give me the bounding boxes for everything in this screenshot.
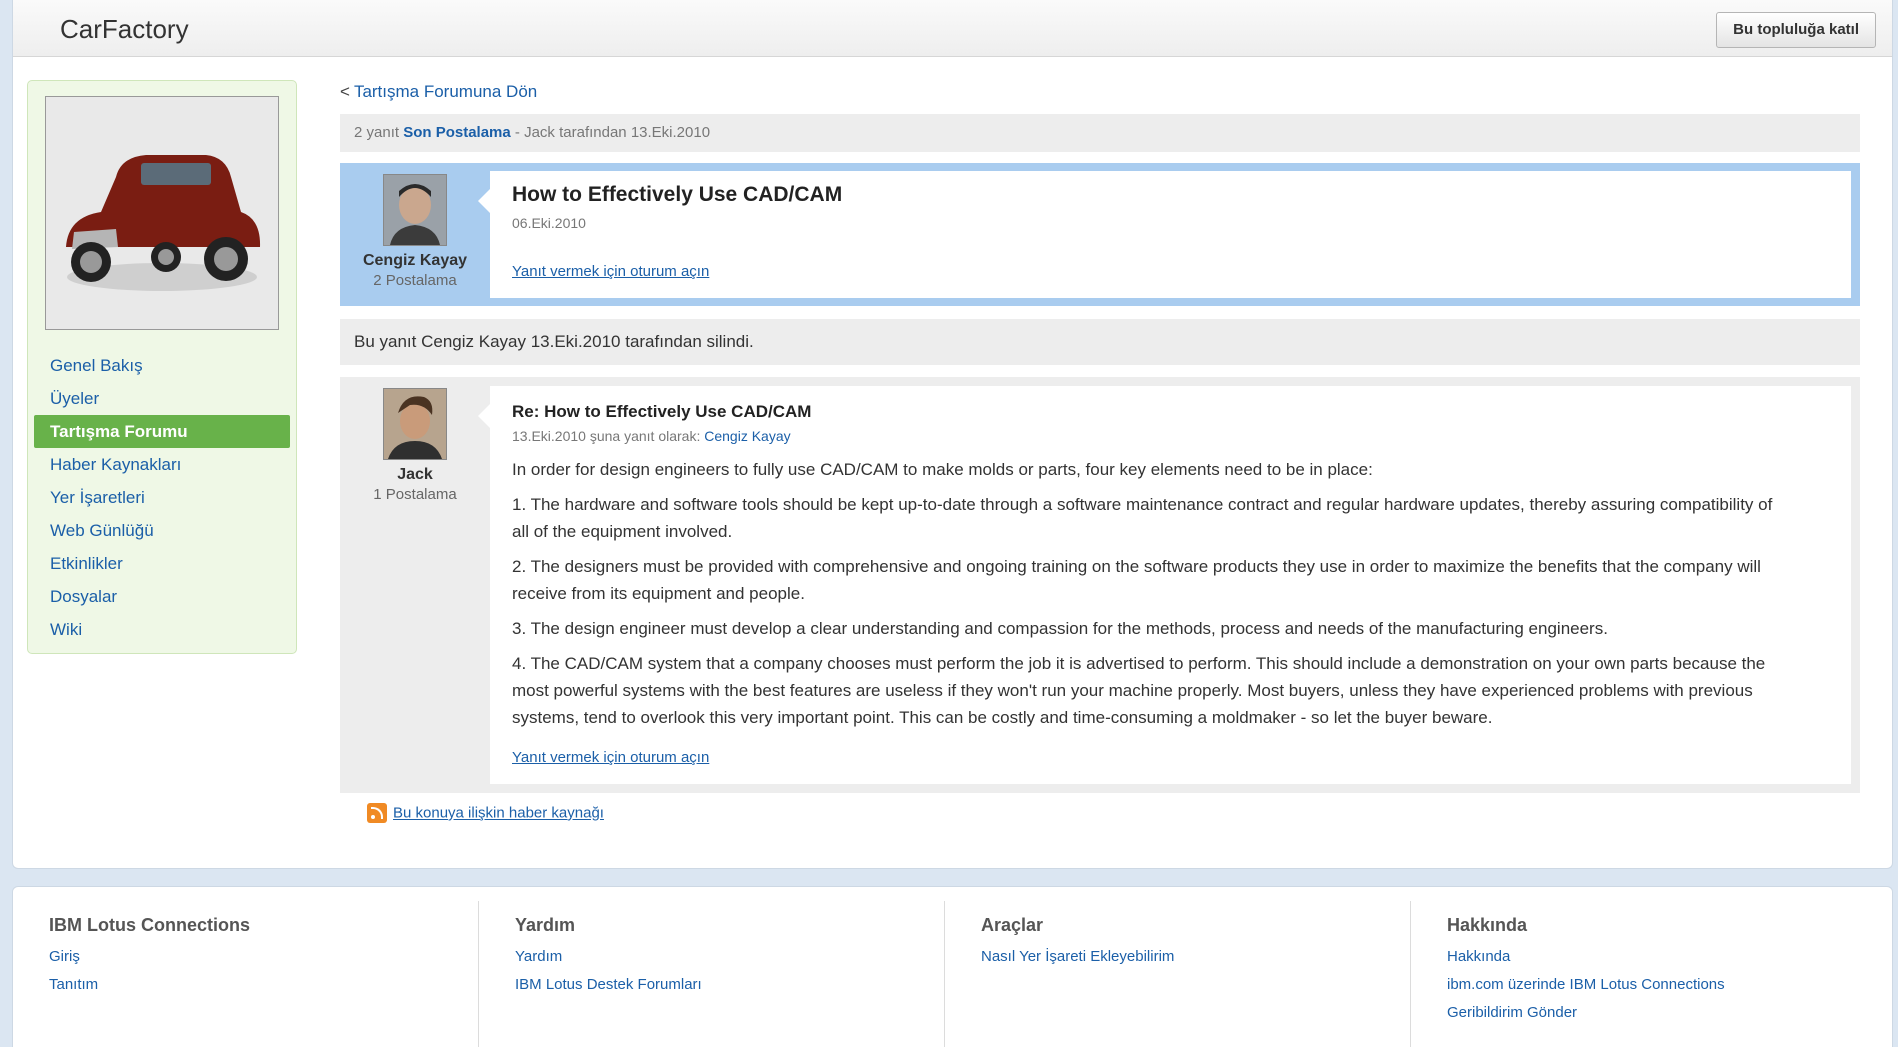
post-paragraph: 2. The designers must be provided with c… <box>512 557 1761 603</box>
footer-link-help[interactable]: Yardım <box>515 948 955 965</box>
sidebar-item-overview[interactable]: Genel Bakış <box>34 349 290 382</box>
join-community-button[interactable]: Bu topluluğa katıl <box>1716 12 1876 48</box>
post-content: In order for design engineers to fully u… <box>512 456 1791 739</box>
footer-column-title: Araçlar <box>981 915 1044 935</box>
post-title: How to Effectively Use CAD/CAM <box>512 183 843 206</box>
sidebar-item-forum[interactable]: Tartışma Forumu <box>34 415 290 448</box>
footer-column-about: Hakkında Hakkında ibm.com üzerinde IBM L… <box>1447 915 1887 1032</box>
last-post-info: - Jack tarafından 13.Eki.2010 <box>514 124 711 141</box>
rss-feed-icon[interactable] <box>367 803 387 823</box>
author-post-count: 1 Postalama <box>373 486 457 503</box>
post-paragraph: 3. The design engineer must develop a cl… <box>512 619 1608 638</box>
post-body: Re: How to Effectively Use CAD/CAM 13.Ek… <box>478 386 1851 784</box>
reply-post: Jack 1 Postalama Re: How to Effectively … <box>340 377 1860 793</box>
author-post-count: 2 Postalama <box>373 272 457 289</box>
deleted-notice-text: Bu yanıt Cengiz Kayay 13.Eki.2010 tarafı… <box>354 332 754 351</box>
footer-link-login[interactable]: Giriş <box>49 948 489 965</box>
author-name[interactable]: Cengiz Kayay <box>340 252 490 270</box>
post-paragraph: 4. The CAD/CAM system that a company cho… <box>512 654 1766 727</box>
last-post-link[interactable]: Son Postalama <box>403 124 511 141</box>
footer-column-lotus: IBM Lotus Connections Giriş Tanıtım <box>49 915 489 1004</box>
chevron-left-icon: < <box>340 82 350 101</box>
sidebar-item-members[interactable]: Üyeler <box>34 382 290 415</box>
sidebar-item-wiki[interactable]: Wiki <box>34 613 290 646</box>
post-paragraph: 1. The hardware and software tools shoul… <box>512 495 1773 541</box>
community-header: CarFactory Bu topluluğa katıl <box>13 0 1892 57</box>
footer-link-bookmark-howto[interactable]: Nasıl Yer İşareti Ekleyebilirim <box>981 948 1421 965</box>
post-meta-prefix: 13.Eki.2010 şuna yanıt olarak: <box>512 428 701 444</box>
post-body: How to Effectively Use CAD/CAM 06.Eki.20… <box>478 171 1851 298</box>
reply-count: 2 yanıt <box>354 124 400 141</box>
deleted-reply-notice: Bu yanıt Cengiz Kayay 13.Eki.2010 tarafı… <box>340 319 1860 365</box>
footer-column-help: Yardım Yardım IBM Lotus Destek Forumları <box>515 915 955 1004</box>
main-panel: CarFactory Bu topluluğa katıl Genel Bakı… <box>12 0 1893 869</box>
sidebar-item-feeds[interactable]: Haber Kaynakları <box>34 448 290 481</box>
topic-feed: Bu konuya ilişkin haber kaynağı <box>367 803 604 823</box>
back-link-label[interactable]: Tartışma Forumuna Dön <box>354 82 537 101</box>
login-to-reply-link[interactable]: Yanıt vermek için oturum açın <box>512 749 709 766</box>
post-date: 06.Eki.2010 <box>512 215 586 231</box>
post-author: Cengiz Kayay 2 Postalama <box>340 163 490 289</box>
post-meta: 13.Eki.2010 şuna yanıt olarak: Cengiz Ka… <box>512 428 791 444</box>
sidebar-item-bookmarks[interactable]: Yer İşaretleri <box>34 481 290 514</box>
community-title: CarFactory <box>60 14 189 44</box>
footer-link-ibm-lotus[interactable]: ibm.com üzerinde IBM Lotus Connections <box>1447 976 1887 993</box>
community-sidebar: Genel Bakış Üyeler Tartışma Forumu Haber… <box>27 80 297 654</box>
author-name[interactable]: Jack <box>340 466 490 484</box>
post-author: Jack 1 Postalama <box>340 377 490 503</box>
avatar[interactable] <box>383 388 447 460</box>
page-footer: IBM Lotus Connections Giriş Tanıtım Yard… <box>12 886 1893 1047</box>
footer-link-about[interactable]: Hakkında <box>1447 948 1887 965</box>
footer-column-title: IBM Lotus Connections <box>49 915 250 935</box>
back-to-forum-link[interactable]: < Tartışma Forumuna Dön <box>340 82 537 102</box>
footer-link-feedback[interactable]: Geribildirim Gönder <box>1447 1004 1887 1021</box>
sidebar-item-blog[interactable]: Web Günlüğü <box>34 514 290 547</box>
thread-summary-bar: 2 yanıt Son Postalama - Jack tarafından … <box>340 114 1860 152</box>
footer-column-tools: Araçlar Nasıl Yer İşareti Ekleyebilirim <box>981 915 1421 976</box>
post-paragraph: In order for design engineers to fully u… <box>512 460 1373 479</box>
avatar[interactable] <box>383 174 447 246</box>
community-logo <box>45 96 279 330</box>
sidebar-item-files[interactable]: Dosyalar <box>34 580 290 613</box>
footer-link-support-forums[interactable]: IBM Lotus Destek Forumları <box>515 976 955 993</box>
login-to-reply-link[interactable]: Yanıt vermek için oturum açın <box>512 263 709 280</box>
footer-link-tour[interactable]: Tanıtım <box>49 976 489 993</box>
footer-divider <box>1410 901 1411 1047</box>
topic-post: Cengiz Kayay 2 Postalama How to Effectiv… <box>340 163 1860 306</box>
sidebar-item-events[interactable]: Etkinlikler <box>34 547 290 580</box>
footer-divider <box>478 901 479 1047</box>
post-title: Re: How to Effectively Use CAD/CAM <box>512 402 812 421</box>
footer-column-title: Hakkında <box>1447 915 1528 935</box>
footer-column-title: Yardım <box>515 915 576 935</box>
footer-divider <box>944 901 945 1047</box>
topic-feed-link[interactable]: Bu konuya ilişkin haber kaynağı <box>393 805 604 822</box>
sidebar-nav: Genel Bakış Üyeler Tartışma Forumu Haber… <box>28 349 296 646</box>
in-reply-to-author-link[interactable]: Cengiz Kayay <box>704 428 790 444</box>
